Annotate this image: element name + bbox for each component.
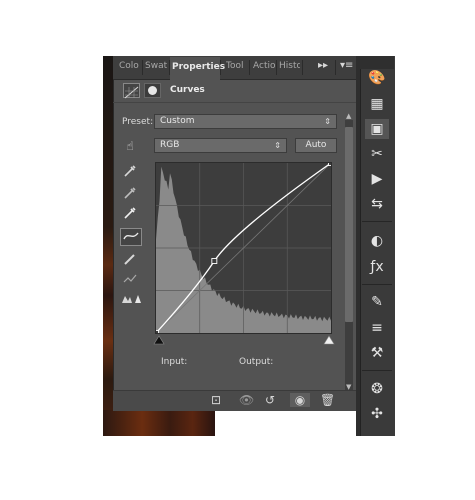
dock-separator [362, 221, 392, 222]
channel-select[interactable]: RGB ⇕ [154, 138, 287, 153]
curves-glyph-icon [124, 86, 139, 99]
pencil-icon[interactable] [122, 252, 138, 268]
tab-separator [335, 60, 336, 75]
tab-separator [276, 60, 277, 75]
curve-point [328, 160, 334, 166]
curves-header: Curves [113, 80, 356, 103]
preset-value: Custom [160, 116, 195, 126]
eyedropper-black-icon[interactable] [122, 164, 138, 180]
tab-history[interactable]: Histo [279, 61, 300, 71]
tab-separator [142, 60, 143, 75]
color-palette-icon[interactable]: 🎨 [365, 68, 389, 88]
trash-icon[interactable]: 🗑 [320, 393, 335, 407]
scroll-up-icon[interactable]: ▲ [346, 112, 351, 120]
tab-actions[interactable]: Actio [253, 61, 275, 71]
input-label: Input: [161, 357, 188, 367]
tab-swatches[interactable]: Swat [145, 61, 167, 71]
dock-separator [362, 284, 392, 285]
input-slider[interactable] [152, 334, 338, 346]
curve-point [211, 258, 218, 264]
tool-presets-icon[interactable]: ✂ [365, 144, 389, 164]
black-point-slider-icon [153, 335, 165, 345]
scrollbar-thumb[interactable] [345, 127, 353, 322]
brushes-icon[interactable]: ✎ [365, 292, 389, 312]
curves-adjustment-icon[interactable] [123, 83, 140, 99]
double-chevron-right-icon[interactable]: ▸▸ [318, 60, 328, 71]
on-image-adjust-icon[interactable]: ☝ [122, 138, 138, 154]
panel-tab-bar: Colo Swat Tool Actio Histo ▸▸ ▾≡ [113, 56, 356, 80]
history-icon[interactable]: ⇆ [365, 194, 389, 214]
select-arrows-icon: ⇕ [324, 117, 331, 126]
preset-label: Preset: [122, 117, 154, 127]
preset-select[interactable]: Custom ⇕ [154, 114, 337, 129]
channel-value: RGB [160, 140, 180, 150]
view-previous-state-icon[interactable]: 👁 [239, 393, 254, 407]
swatches-grid-icon[interactable]: ▦ [365, 94, 389, 114]
curves-graph[interactable] [153, 160, 334, 336]
smooth-icon[interactable] [122, 272, 138, 288]
tab-properties[interactable]: Properties [170, 57, 225, 80]
tab-separator [249, 60, 250, 75]
actions-play-icon[interactable]: ▶ [365, 169, 389, 189]
reset-icon[interactable]: ↺ [265, 393, 275, 407]
clipping-warning-icon[interactable] [120, 292, 142, 308]
curve-points-icon[interactable] [120, 228, 142, 246]
styles-fx-icon[interactable]: ƒx [365, 257, 389, 277]
clone-source-icon[interactable]: ⚒ [365, 343, 389, 363]
curve-point [153, 330, 159, 336]
output-label: Output: [239, 357, 274, 367]
mask-icon[interactable] [144, 83, 161, 98]
properties-icon[interactable]: ▣ [365, 119, 389, 139]
background-photo-bottom [103, 410, 215, 436]
brush-presets-icon[interactable]: ≡ [365, 318, 389, 338]
eyedropper-white-icon[interactable] [122, 206, 138, 222]
auto-button[interactable]: Auto [295, 138, 337, 153]
paths-icon[interactable]: ✣ [365, 404, 389, 424]
panel-menu-icon[interactable]: ▾≡ [340, 60, 353, 71]
select-arrows-icon: ⇕ [274, 141, 281, 150]
white-point-slider-icon [323, 335, 335, 345]
eyedropper-gray-icon[interactable] [122, 186, 138, 202]
channels-icon[interactable]: ❂ [365, 379, 389, 399]
panel-title: Curves [170, 85, 205, 95]
clip-to-layer-icon[interactable]: ⊡ [211, 393, 221, 407]
adjustments-icon[interactable]: ◐ [365, 231, 389, 251]
visibility-eye-icon[interactable]: ◉ [290, 393, 310, 407]
tab-properties-label: Properties [172, 62, 226, 72]
tab-color[interactable]: Colo [119, 61, 141, 71]
tab-tool-presets[interactable]: Tool [226, 61, 248, 71]
curves-graph-svg [153, 160, 334, 336]
dock-separator [362, 370, 392, 371]
tab-separator [302, 60, 303, 75]
